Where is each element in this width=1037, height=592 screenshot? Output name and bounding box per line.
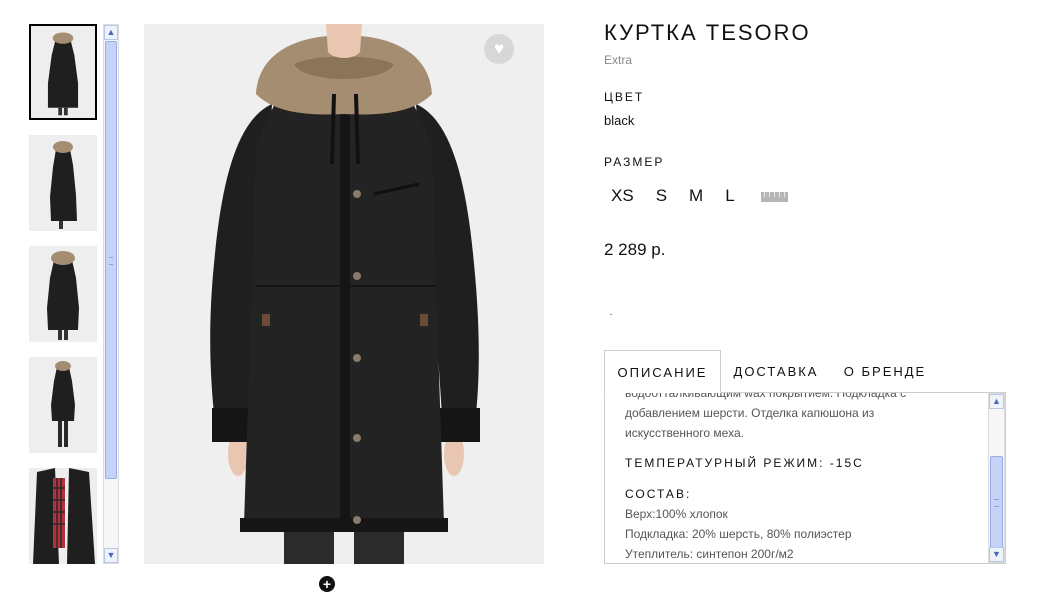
product-brand[interactable]: Extra	[604, 53, 632, 67]
size-option-xs[interactable]: XS	[611, 186, 634, 206]
size-selector: XS S M L	[604, 186, 788, 206]
grip-icon	[109, 257, 113, 265]
description-line: добавлением шерсти. Отделка капюшона из	[625, 406, 875, 420]
product-title: КУРТКА TESORO	[604, 20, 811, 45]
thumbnail-lining-image	[29, 468, 97, 564]
color-label: ЦВЕТ	[604, 90, 645, 104]
thumbnail-list	[29, 24, 99, 564]
ruler-icon[interactable]	[760, 192, 788, 202]
thumbnail-side-image	[29, 135, 97, 231]
thumbnail-lining[interactable]	[29, 468, 97, 564]
size-option-m[interactable]: M	[689, 186, 703, 206]
product-price: 2 289 р.	[604, 240, 666, 259]
tab-description[interactable]: ОПИСАНИЕ	[604, 350, 721, 393]
thumbnail-front-image	[31, 26, 95, 118]
grip-icon	[994, 499, 999, 507]
composition-line: Подкладка: 20% шерсть, 80% полиэстер	[625, 527, 852, 541]
thumbnail-back-image	[29, 246, 97, 342]
arrow-down-icon[interactable]: ▼	[989, 547, 1004, 562]
size-option-l[interactable]: L	[725, 186, 734, 206]
description-content: водоотталкивающим wax покрытием. Подклад…	[625, 393, 985, 563]
description-line: искусственного меха.	[625, 426, 744, 440]
arrow-down-icon[interactable]: ▼	[104, 548, 118, 563]
tab-delivery[interactable]: ДОСТАВКА	[724, 350, 828, 393]
size-option-s[interactable]: S	[656, 186, 667, 206]
arrow-up-icon[interactable]: ▲	[989, 394, 1004, 409]
tab-about-brand[interactable]: О БРЕНДЕ	[836, 350, 934, 393]
scrollbar-thumb[interactable]	[105, 41, 117, 479]
description-panel: водоотталкивающим wax покрытием. Подклад…	[604, 392, 1006, 564]
thumbnail-side[interactable]	[29, 135, 97, 231]
description-scrollbar[interactable]: ▲ ▼	[988, 393, 1005, 563]
size-label: РАЗМЕР	[604, 155, 665, 169]
scrollbar-thumb[interactable]	[990, 456, 1003, 548]
color-value: black	[604, 113, 635, 128]
heart-icon[interactable]: ♥	[484, 34, 514, 64]
main-product-image[interactable]	[144, 24, 544, 564]
thumbnail-front[interactable]	[29, 24, 97, 120]
composition-line: Утеплитель: синтепон 200г/м2	[625, 547, 794, 561]
thumbnail-back[interactable]	[29, 246, 97, 342]
jacket-illustration	[144, 24, 544, 564]
composition-line: Верх:100% хлопок	[625, 507, 728, 521]
thumbnail-full-length[interactable]	[29, 357, 97, 453]
thumbnail-scrollbar[interactable]: ▲ ▼	[103, 24, 119, 564]
thumbnail-full-length-image	[29, 357, 97, 453]
composition-heading: СОСТАВ:	[625, 487, 692, 501]
temperature-heading: ТЕМПЕРАТУРНЫЙ РЕЖИМ: -15С	[625, 456, 864, 470]
divider-dot	[610, 314, 612, 315]
arrow-up-icon[interactable]: ▲	[104, 25, 118, 40]
